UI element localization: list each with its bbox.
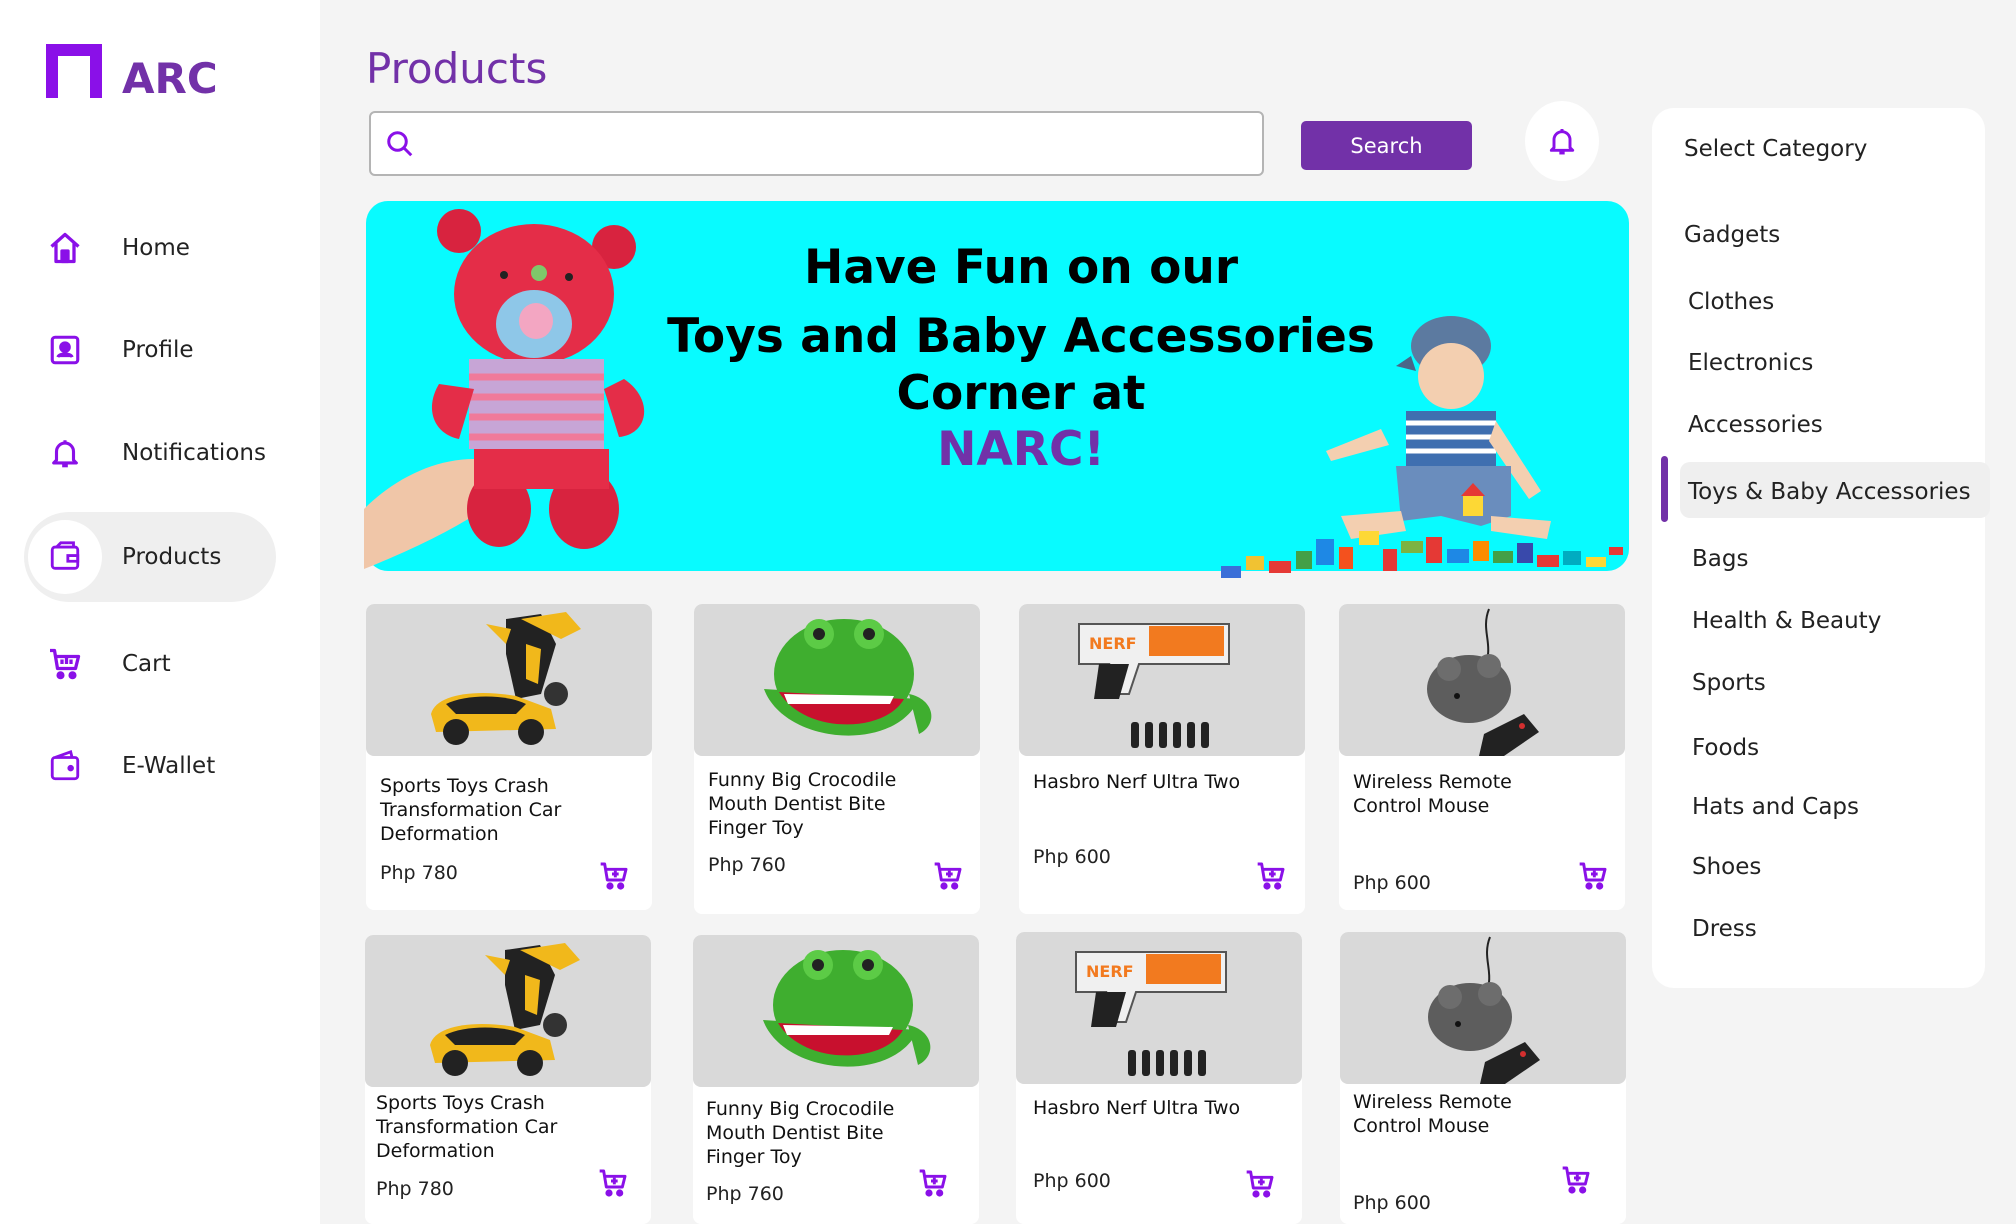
category-item-foods[interactable]: Foods [1692,735,1759,761]
sidebar-item-cart[interactable]: Cart [24,619,276,709]
product-image-transformer-car [365,935,651,1087]
sidebar-item-label: Notifications [122,440,266,466]
product-name: Funny Big Crocodile Mouth Dentist Bite F… [708,769,897,839]
promo-banner[interactable]: Have Fun on our Toys and Baby Accessorie… [364,201,1629,578]
product-image-crocodile-toy [693,935,979,1087]
bell-icon [1549,129,1575,155]
svg-text:NERF: NERF [1086,962,1134,981]
cart-icon [28,627,102,701]
add-to-cart-icon[interactable] [915,1165,951,1201]
category-item-dress[interactable]: Dress [1692,916,1757,942]
product-price: Php 600 [1033,846,1111,868]
category-item-hats-caps[interactable]: Hats and Caps [1692,794,1859,820]
sidebar-item-notifications[interactable]: Notifications [24,408,276,498]
category-item-sports[interactable]: Sports [1692,670,1766,696]
product-image-nerf-blaster: NERF [1019,604,1305,756]
logo-text: ARC [122,54,218,103]
product-name: Hasbro Nerf Ultra Two [1033,1097,1241,1119]
category-item-accessories[interactable]: Accessories [1688,412,1823,438]
product-price: Php 760 [706,1183,784,1205]
product-name: Sports Toys Crash Transformation Car Def… [376,1092,558,1162]
svg-text:NERF: NERF [1089,634,1137,653]
sidebar-item-label: Cart [122,651,171,677]
add-to-cart-icon[interactable] [1558,1162,1594,1198]
search-button[interactable]: Search [1301,121,1472,170]
category-item-bags[interactable]: Bags [1692,546,1748,572]
search-icon [383,127,417,161]
category-item-health-beauty[interactable]: Health & Beauty [1692,608,1881,634]
product-name: Hasbro Nerf Ultra Two [1033,771,1241,793]
product-price: Php 780 [376,1178,454,1200]
add-to-cart-icon[interactable] [930,858,966,894]
product-name: Wireless Remote Control Mouse [1353,1091,1512,1137]
product-image-nerf-blaster: NERF [1016,932,1302,1084]
product-name: Sports Toys Crash Transformation Car Def… [380,775,562,845]
product-card[interactable]: Wireless Remote Control Mouse Php 600 [1339,604,1625,910]
category-item-toys-baby-accessories[interactable]: Toys & Baby Accessories [1688,479,1971,505]
product-image-rc-mouse [1340,932,1626,1084]
selected-category-indicator [1661,456,1668,522]
sidebar-item-products[interactable]: Products [24,512,276,602]
sidebar-item-label: Profile [122,337,194,363]
products-icon [28,520,102,594]
category-heading: Select Category [1684,136,1868,162]
sidebar-item-home[interactable]: Home [24,203,276,293]
product-price: Php 760 [708,854,786,876]
sidebar: ARC Home Profile Notifications Products … [0,0,320,1224]
app-logo[interactable]: ARC [46,44,218,103]
search-box [369,111,1264,176]
add-to-cart-icon[interactable] [1253,858,1289,894]
sidebar-item-e-wallet[interactable]: E-Wallet [24,721,276,811]
plush-toy-image [364,209,645,569]
product-price: Php 600 [1353,872,1431,894]
product-price: Php 600 [1353,1192,1431,1214]
category-item-electronics[interactable]: Electronics [1688,350,1813,376]
home-icon [28,211,102,285]
category-item-gadgets[interactable]: Gadgets [1684,222,1780,248]
notifications-button[interactable] [1525,101,1599,181]
product-name: Funny Big Crocodile Mouth Dentist Bite F… [706,1098,895,1168]
add-to-cart-icon[interactable] [1242,1166,1278,1202]
product-image-crocodile-toy [694,604,980,756]
product-image-transformer-car [366,604,652,756]
product-card[interactable]: NERF Hasbro Nerf Ultra Two Php 600 [1016,932,1302,1224]
add-to-cart-icon[interactable] [595,1165,631,1201]
category-panel: Select Category Gadgets Clothes Electron… [1652,108,1990,988]
product-card[interactable]: Sports Toys Crash Transformation Car Def… [365,935,651,1224]
wallet-icon [28,729,102,803]
banner-headline: Have Fun on our [803,240,1238,295]
add-to-cart-icon[interactable] [1575,858,1611,894]
sidebar-item-label: Products [122,544,222,570]
page-title: Products [366,44,548,93]
product-card[interactable]: Wireless Remote Control Mouse Php 600 [1340,932,1626,1224]
profile-icon [28,313,102,387]
product-price: Php 600 [1033,1170,1111,1192]
product-price: Php 780 [380,862,458,884]
bell-icon [28,416,102,490]
baby-with-blocks-image [1221,316,1623,578]
product-card[interactable]: NERF Hasbro Nerf Ultra Two Php 600 [1019,604,1305,914]
product-image-rc-mouse [1339,604,1625,756]
product-card[interactable]: Funny Big Crocodile Mouth Dentist Bite F… [694,604,980,914]
sidebar-item-profile[interactable]: Profile [24,305,276,395]
sidebar-item-label: E-Wallet [122,753,216,779]
add-to-cart-icon[interactable] [596,858,632,894]
search-input[interactable] [417,113,1262,174]
category-item-clothes[interactable]: Clothes [1688,289,1774,315]
sidebar-item-label: Home [122,235,190,261]
product-card[interactable]: Sports Toys Crash Transformation Car Def… [366,604,652,910]
product-name: Wireless Remote Control Mouse [1353,771,1512,817]
logo-icon [46,44,102,98]
category-item-shoes[interactable]: Shoes [1692,854,1761,880]
product-card[interactable]: Funny Big Crocodile Mouth Dentist Bite F… [693,935,979,1224]
